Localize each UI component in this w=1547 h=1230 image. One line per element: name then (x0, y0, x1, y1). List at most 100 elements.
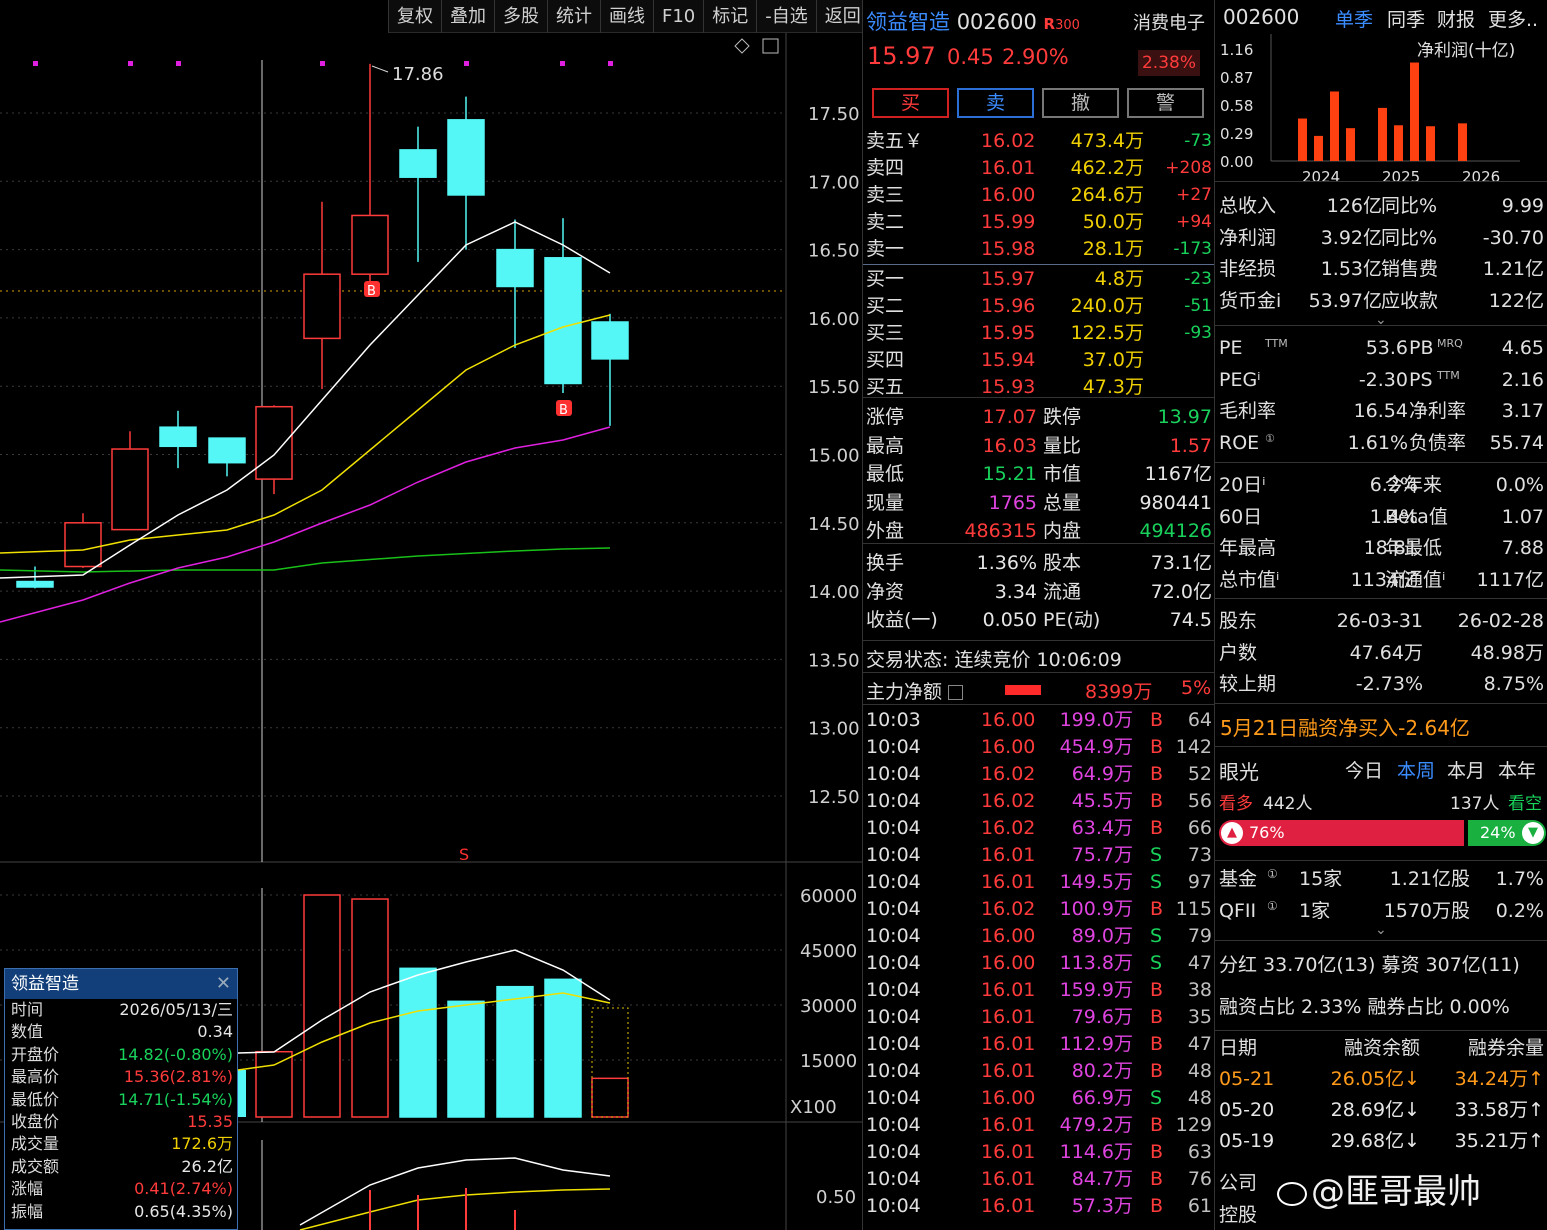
report-tab[interactable]: 更多.. (1488, 5, 1538, 32)
tick-volume: 79.6万 (1071, 1006, 1133, 1028)
toolbar-item[interactable]: 统计 (547, 0, 600, 33)
profit-bar[interactable] (1410, 62, 1419, 161)
volume-bar[interactable] (544, 978, 582, 1118)
margin-news[interactable]: 5月21日融资净买入-2.64亿 (1220, 712, 1470, 741)
candle[interactable] (351, 214, 389, 275)
candle[interactable] (303, 273, 341, 340)
vision-tab[interactable]: 今日 (1345, 756, 1383, 783)
stat-row: 最高 16.03 量比 1.57 (863, 433, 1215, 461)
ask-row[interactable]: 卖三 16.00 264.6万 +27 (863, 182, 1215, 209)
sell-button[interactable]: 卖 (957, 88, 1034, 118)
bid-row[interactable]: 买四 15.94 37.0万 (863, 347, 1215, 374)
ask-row[interactable]: 卖二 15.99 50.0万 +94 (863, 209, 1215, 236)
panel-toggle-icon[interactable] (762, 38, 779, 54)
price-tick-label: 14.00 (808, 582, 860, 603)
stat-label: 换手 (866, 552, 905, 574)
ask-row[interactable]: 卖四 16.01 462.2万 +208 (863, 155, 1215, 182)
candle[interactable] (111, 448, 149, 531)
vision-tab[interactable]: 本月 (1447, 756, 1485, 783)
stat-label: 跌停 (1043, 406, 1082, 428)
candle[interactable] (544, 257, 582, 385)
price-tick-label: 17.00 (808, 172, 860, 193)
profit-bar[interactable] (1298, 118, 1307, 161)
profit-tick-label: 1.16 (1220, 41, 1253, 59)
margin-row[interactable]: 05-20 28.69亿↓ 33.58万↑ (1215, 1095, 1547, 1125)
bull-bar[interactable]: ▲ 76% (1219, 820, 1464, 846)
sell-marker[interactable]: S (459, 845, 469, 864)
perf-row: 20日ⁱ 6.2% 今年来 0.0% (1215, 470, 1547, 500)
candle[interactable] (496, 248, 534, 288)
toolbar-item[interactable]: 叠加 (441, 0, 494, 33)
ask-row[interactable]: 卖五￥ 16.02 473.4万 -73 (863, 128, 1215, 155)
profit-tick-label: 0.00 (1220, 153, 1253, 171)
popup-header[interactable]: 领益智造 ✕ (5, 969, 237, 999)
toolbar-item[interactable]: F10 (653, 0, 703, 33)
perf-row-value: 1117亿 (1476, 568, 1544, 591)
sector-name[interactable]: 消费电子 (1131, 9, 1207, 35)
volume-bar[interactable] (255, 1050, 293, 1118)
profit-bar[interactable] (1330, 91, 1339, 161)
tick-price: 16.01 (981, 1114, 1036, 1136)
candle[interactable] (255, 405, 293, 480)
orderbook-delta: -93 (1184, 323, 1212, 343)
toolbar-item[interactable]: 标记 (703, 0, 756, 33)
volume-bar[interactable] (351, 898, 389, 1118)
report-tab[interactable]: 单季 (1335, 5, 1373, 32)
diamond-icon[interactable] (734, 38, 750, 54)
tick-row: 10:04 16.01 112.9万 B 47 (863, 1031, 1215, 1058)
tick-time: 10:04 (866, 1060, 921, 1082)
bid-row[interactable]: 买三 15.95 122.5万 -93 (863, 320, 1215, 347)
bear-bar[interactable]: 24% ▼ (1468, 820, 1546, 846)
toolbar-item[interactable]: 多股 (494, 0, 547, 33)
volume-bar[interactable] (496, 985, 534, 1118)
volume-bar[interactable] (399, 967, 437, 1118)
info-icon[interactable]: ① (1267, 859, 1278, 889)
candle[interactable] (447, 119, 485, 196)
candle[interactable] (64, 522, 102, 568)
vision-tab[interactable]: 本周 (1397, 756, 1435, 783)
candle[interactable] (16, 580, 54, 588)
tick-side: B (1150, 1195, 1164, 1217)
orderbook-volume: 50.0万 (1082, 211, 1144, 233)
info-icon[interactable]: ① (1267, 891, 1278, 921)
profit-bar[interactable] (1378, 107, 1387, 161)
tick-volume: 84.7万 (1071, 1168, 1133, 1190)
tick-volume: 64.9万 (1071, 763, 1133, 785)
quote-panel: 领益智造 002600 R300 消费电子 2.38% 15.97 0.45 2… (862, 0, 1215, 1230)
vision-tab[interactable]: 本年 (1498, 756, 1536, 783)
popup-row-label: 数值 (11, 1022, 44, 1042)
profit-bar[interactable] (1458, 123, 1467, 161)
toolbar-item[interactable]: 返回 (815, 0, 869, 33)
report-tab[interactable]: 财报 (1437, 5, 1475, 32)
chevron-down-icon-2[interactable]: ⌄ (1375, 922, 1387, 938)
volume-bar[interactable] (447, 1000, 485, 1118)
candle[interactable] (159, 426, 197, 448)
cancel-button[interactable]: 撤 (1042, 88, 1119, 118)
stat-row: 收益(一) 0.050 PE(动) 74.5 (863, 607, 1215, 635)
close-icon[interactable]: ✕ (216, 969, 231, 999)
list-icon[interactable] (948, 685, 964, 700)
stat-label: 涨停 (866, 406, 905, 428)
alert-button[interactable]: 警 (1127, 88, 1204, 118)
profit-bar[interactable] (1346, 128, 1355, 161)
toolbar-item[interactable]: -自选 (756, 0, 816, 33)
toolbar-item[interactable]: 复权 (388, 0, 441, 33)
profit-bar[interactable] (1314, 135, 1323, 161)
price-tick-label: 16.00 (808, 309, 860, 330)
volume-bar[interactable] (591, 1077, 629, 1118)
profit-bar[interactable] (1394, 125, 1403, 161)
candle[interactable] (591, 321, 629, 360)
margin-row[interactable]: 05-21 26.05亿↓ 34.24万↑ (1215, 1064, 1547, 1094)
toolbar-item[interactable]: 画线 (600, 0, 653, 33)
candle[interactable] (208, 437, 246, 464)
candle[interactable] (399, 149, 437, 178)
profit-bar[interactable] (1426, 126, 1435, 161)
ask-row[interactable]: 卖一 15.98 28.1万 -173 (863, 236, 1215, 263)
margin-row[interactable]: 05-19 29.68亿↓ 35.21万↑ (1215, 1126, 1547, 1156)
bid-row[interactable]: 买一 15.97 4.8万 -23 (863, 266, 1215, 293)
buy-button[interactable]: 买 (872, 88, 949, 118)
popup-row-value: 15.35 (187, 1111, 233, 1131)
volume-bar[interactable] (303, 894, 341, 1118)
bid-row[interactable]: 买二 15.96 240.0万 -51 (863, 293, 1215, 320)
report-tab[interactable]: 同季 (1387, 5, 1425, 32)
